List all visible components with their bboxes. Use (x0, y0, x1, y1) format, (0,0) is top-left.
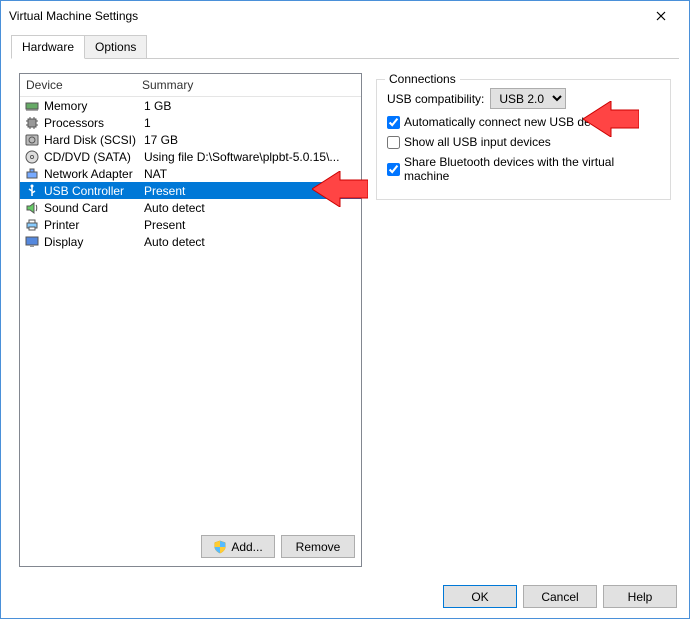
share-bt-option[interactable]: Share Bluetooth devices with the virtual… (387, 155, 660, 183)
device-summary: 17 GB (140, 133, 357, 147)
device-name: USB Controller (44, 184, 140, 198)
device-summary: Auto detect (140, 201, 357, 215)
printer-icon (24, 217, 40, 233)
hardware-list-pane: Device Summary Memory 1 GB Processors 1 … (19, 73, 362, 567)
device-summary: Present (140, 184, 357, 198)
device-row[interactable]: Memory 1 GB (20, 97, 361, 114)
usb-compat-select[interactable]: USB 2.0 (490, 88, 566, 109)
device-row[interactable]: Display Auto detect (20, 233, 361, 250)
add-button-label: Add... (231, 540, 262, 554)
list-buttons: Add... Remove (20, 527, 361, 566)
device-name: Display (44, 235, 140, 249)
share-bt-label: Share Bluetooth devices with the virtual… (404, 155, 660, 183)
auto-connect-label: Automatically connect new USB devices (404, 115, 618, 129)
remove-button[interactable]: Remove (281, 535, 355, 558)
usb-compat-label: USB compatibility: (387, 92, 484, 106)
device-name: Network Adapter (44, 167, 140, 181)
device-row[interactable]: Network Adapter NAT (20, 165, 361, 182)
device-summary: Auto detect (140, 235, 357, 249)
device-row[interactable]: Processors 1 (20, 114, 361, 131)
device-row[interactable]: Sound Card Auto detect (20, 199, 361, 216)
auto-connect-option[interactable]: Automatically connect new USB devices (387, 115, 618, 129)
header-summary[interactable]: Summary (136, 74, 361, 96)
dialog-footer: OK Cancel Help (1, 575, 689, 618)
device-summary: Present (140, 218, 357, 232)
device-summary: Using file D:\Software\plpbt-5.0.15\... (140, 150, 357, 164)
close-icon (656, 11, 666, 21)
cd-icon (24, 149, 40, 165)
usb-icon (24, 183, 40, 199)
device-summary: 1 GB (140, 99, 357, 113)
device-name: Memory (44, 99, 140, 113)
show-all-checkbox[interactable] (387, 136, 400, 149)
disk-icon (24, 132, 40, 148)
device-name: Hard Disk (SCSI) (44, 133, 140, 147)
window-title: Virtual Machine Settings (9, 9, 138, 23)
add-button[interactable]: Add... (201, 535, 275, 558)
ok-button[interactable]: OK (443, 585, 517, 608)
cpu-icon (24, 115, 40, 131)
device-summary: 1 (140, 116, 357, 130)
usb-compat-row: USB compatibility: USB 2.0 (387, 88, 660, 109)
device-name: Sound Card (44, 201, 140, 215)
device-row[interactable]: Printer Present (20, 216, 361, 233)
tab-options[interactable]: Options (84, 35, 147, 59)
connections-title: Connections (385, 72, 460, 86)
uac-shield-icon (213, 540, 227, 554)
device-summary: NAT (140, 167, 357, 181)
device-row[interactable]: USB Controller Present (20, 182, 361, 199)
connections-group: Connections USB compatibility: USB 2.0 A… (376, 79, 671, 200)
net-icon (24, 166, 40, 182)
device-row[interactable]: Hard Disk (SCSI) 17 GB (20, 131, 361, 148)
close-button[interactable] (641, 2, 681, 30)
device-name: Processors (44, 116, 140, 130)
show-all-label: Show all USB input devices (404, 135, 551, 149)
auto-connect-checkbox[interactable] (387, 116, 400, 129)
memory-icon (24, 98, 40, 114)
sound-icon (24, 200, 40, 216)
cancel-button[interactable]: Cancel (523, 585, 597, 608)
device-name: CD/DVD (SATA) (44, 150, 140, 164)
titlebar: Virtual Machine Settings (1, 1, 689, 31)
show-all-option[interactable]: Show all USB input devices (387, 135, 551, 149)
device-row[interactable]: CD/DVD (SATA) Using file D:\Software\plp… (20, 148, 361, 165)
device-name: Printer (44, 218, 140, 232)
display-icon (24, 234, 40, 250)
tab-content: Device Summary Memory 1 GB Processors 1 … (11, 59, 679, 575)
share-bt-checkbox[interactable] (387, 163, 400, 176)
tab-hardware[interactable]: Hardware (11, 35, 85, 59)
settings-window: Virtual Machine Settings Hardware Option… (0, 0, 690, 619)
header-device[interactable]: Device (20, 74, 136, 96)
details-pane: Connections USB compatibility: USB 2.0 A… (376, 73, 671, 567)
help-button[interactable]: Help (603, 585, 677, 608)
list-header: Device Summary (20, 74, 361, 97)
dialog-body: Hardware Options Device Summary Memory 1… (1, 31, 689, 575)
tab-strip: Hardware Options (11, 35, 679, 59)
device-list[interactable]: Device Summary Memory 1 GB Processors 1 … (20, 74, 361, 527)
